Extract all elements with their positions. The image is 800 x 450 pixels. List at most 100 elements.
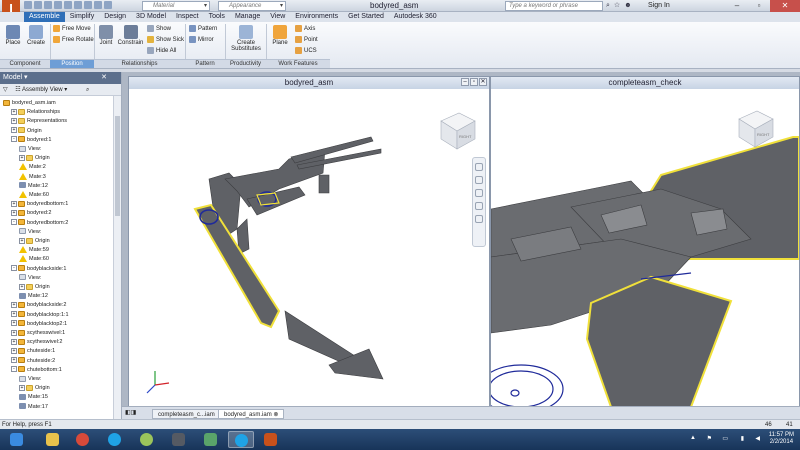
tab-manage[interactable]: Manage: [230, 12, 265, 22]
collapse-icon[interactable]: -: [11, 219, 17, 226]
create-substitutes-button[interactable]: Create Substitutes: [229, 25, 263, 52]
expand-icon[interactable]: +: [11, 357, 17, 364]
panel-productivity[interactable]: Productivity: [225, 59, 266, 68]
tree-node[interactable]: View:: [19, 375, 41, 383]
viewport-completeasm-check[interactable]: completeasm_check RIGHT: [490, 76, 800, 408]
collapse-icon[interactable]: -: [11, 366, 17, 373]
filter-icon[interactable]: ▽: [3, 87, 8, 93]
doc-tab-close-icon[interactable]: ⊗: [273, 412, 278, 418]
appearance-dropdown[interactable]: Appearance: [218, 1, 286, 11]
zoom-icon[interactable]: [475, 189, 483, 197]
scroll-thumb[interactable]: [115, 116, 120, 216]
tab-inspect[interactable]: Inspect: [171, 12, 204, 22]
tab-view[interactable]: View: [265, 12, 290, 22]
tree-node[interactable]: Mate:60: [19, 255, 49, 263]
collapse-icon[interactable]: -: [11, 265, 17, 272]
tree-node[interactable]: View:: [19, 145, 41, 153]
tree-node[interactable]: - chutebottom:1: [11, 366, 62, 374]
assembly-view-dropdown[interactable]: ☷ Assembly View ▾: [15, 87, 67, 93]
tree-node[interactable]: - bodyblackside:1: [11, 265, 66, 273]
star-icon[interactable]: ☆: [614, 1, 620, 11]
save-icon[interactable]: [44, 1, 52, 9]
tray-network-icon[interactable]: ▮: [741, 435, 744, 442]
tree-node[interactable]: Mate:17: [19, 403, 48, 411]
free-move-button[interactable]: Free Move: [53, 25, 91, 33]
tab-simplify[interactable]: Simplify: [65, 12, 100, 22]
vp-close-icon[interactable]: ✕: [479, 78, 487, 86]
panel-component[interactable]: Component: [0, 59, 50, 68]
tray-flag-icon[interactable]: ⚑: [707, 435, 712, 442]
navigation-bar[interactable]: [472, 157, 486, 247]
expand-icon[interactable]: +: [11, 338, 17, 345]
pattern-button[interactable]: Pattern: [189, 25, 217, 33]
viewport-bodyred-asm[interactable]: bodyred_asm – ▫ ✕ RIGHT: [128, 76, 490, 408]
tab-tools[interactable]: Tools: [204, 12, 230, 22]
taskbar-app-5[interactable]: [166, 431, 192, 448]
mirror-button[interactable]: Mirror: [189, 36, 214, 44]
person-icon[interactable]: ☻: [624, 1, 631, 11]
tree-node[interactable]: Mate:15: [19, 393, 48, 401]
panel-position[interactable]: Position: [50, 59, 94, 68]
tree-node[interactable]: + Origin: [19, 237, 50, 245]
expand-icon[interactable]: +: [11, 347, 17, 354]
pan-icon[interactable]: [475, 176, 483, 184]
open-icon[interactable]: [34, 1, 42, 9]
tree-node[interactable]: + Representations: [11, 117, 67, 125]
new-icon[interactable]: [24, 1, 32, 9]
tray-arrow-icon[interactable]: ▲: [690, 435, 696, 441]
tree-node[interactable]: Mate:12: [19, 182, 48, 190]
constrain-button[interactable]: Constrain: [117, 25, 144, 46]
tab-design[interactable]: Design: [99, 12, 131, 22]
tray-monitor-icon[interactable]: ▭: [722, 435, 728, 442]
expand-icon[interactable]: +: [11, 311, 17, 318]
expand-icon[interactable]: +: [11, 320, 17, 327]
plane-button[interactable]: Plane: [270, 25, 290, 46]
point-button[interactable]: Point: [295, 36, 318, 44]
show-sick-button[interactable]: Show Sick: [147, 36, 184, 44]
taskbar-clock[interactable]: 11:57 PM 2/2/2014: [769, 432, 794, 446]
taskbar-app-4[interactable]: [134, 431, 160, 448]
tree-node[interactable]: + Origin: [19, 384, 50, 392]
update-icon[interactable]: [94, 1, 102, 9]
tab-assemble[interactable]: Assemble: [24, 12, 65, 22]
model-left-canvas[interactable]: RIGHT: [129, 89, 489, 407]
tree-node[interactable]: + Relationships: [11, 108, 60, 116]
tree-node[interactable]: + scythesswivel:1: [11, 329, 65, 337]
taskbar-explorer[interactable]: [40, 431, 66, 448]
tab-3d-model[interactable]: 3D Model: [131, 12, 171, 22]
tree-node[interactable]: Mate:3: [19, 172, 46, 181]
expand-icon[interactable]: +: [11, 209, 17, 216]
expand-icon[interactable]: +: [11, 127, 17, 134]
find-icon[interactable]: ⌕: [86, 84, 89, 96]
tree-node[interactable]: + chuteside:2: [11, 357, 55, 365]
browser-scrollbar[interactable]: [113, 96, 121, 419]
hide-all-button[interactable]: Hide All: [147, 47, 176, 55]
tray-volume-icon[interactable]: ◀: [755, 435, 760, 442]
free-rotate-button[interactable]: Free Rotate: [53, 36, 94, 44]
place-button[interactable]: Place: [4, 25, 22, 46]
search-input[interactable]: Type a keyword or phrase: [505, 1, 603, 11]
redo-icon[interactable]: [64, 1, 72, 9]
orbit-icon[interactable]: [475, 202, 483, 210]
doc-tab-bodyred[interactable]: bodyred_asm.iam ⊗: [218, 409, 285, 419]
joint-button[interactable]: Joint: [97, 25, 115, 46]
taskbar-skype[interactable]: [102, 431, 128, 448]
tree-node[interactable]: Mate:59: [19, 246, 49, 254]
doc-tab-completeasm[interactable]: completeasm_c...iam: [152, 409, 221, 419]
close-icon[interactable]: ✕: [770, 0, 800, 12]
undo-icon[interactable]: [54, 1, 62, 9]
model-right-canvas[interactable]: RIGHT: [491, 89, 799, 407]
browser-close-icon[interactable]: ✕: [101, 72, 107, 84]
expand-icon[interactable]: +: [11, 329, 17, 336]
sign-in-button[interactable]: Sign In: [648, 1, 670, 11]
look-at-icon[interactable]: [475, 215, 483, 223]
expand-icon[interactable]: +: [11, 200, 17, 207]
tree-node[interactable]: - bodyred:1: [11, 136, 51, 144]
panel-pattern[interactable]: Pattern: [185, 59, 225, 68]
expand-icon[interactable]: +: [19, 283, 25, 290]
tab-nav-icon[interactable]: ◧◨: [125, 409, 136, 416]
expand-icon[interactable]: +: [11, 117, 17, 124]
tree-node[interactable]: + bodyred:2: [11, 209, 51, 217]
ucs-button[interactable]: UCS: [295, 47, 317, 55]
tree-node[interactable]: View:: [19, 274, 41, 282]
